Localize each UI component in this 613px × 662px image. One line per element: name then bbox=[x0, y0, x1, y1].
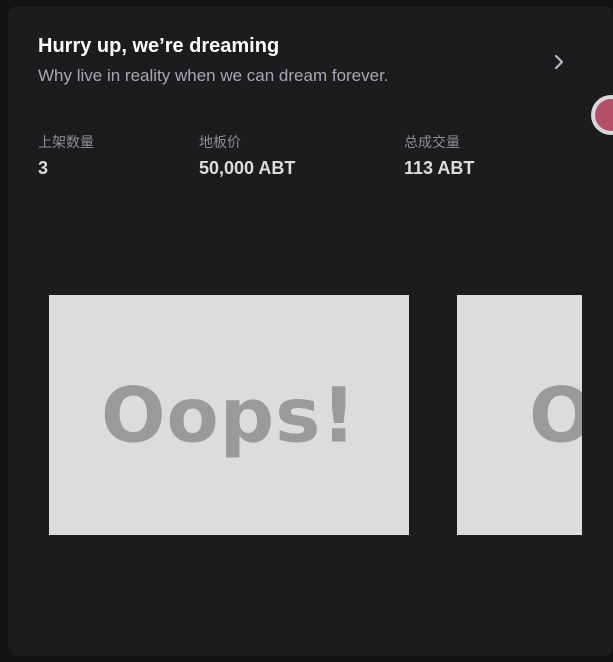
stat-label: 地板价 bbox=[199, 134, 241, 150]
collection-subtitle: Why live in reality when we can dream fo… bbox=[38, 66, 389, 85]
stat-value: 113 ABT bbox=[404, 158, 475, 178]
stat-floor-price: 地板价 50,000 ABT bbox=[199, 132, 295, 179]
stat-value: 50,000 ABT bbox=[199, 158, 296, 178]
chevron-right-icon[interactable] bbox=[546, 49, 572, 75]
image-error-text: Oops! bbox=[529, 370, 582, 460]
image-error-text: Oops! bbox=[100, 370, 358, 460]
stat-label: 总成交量 bbox=[404, 134, 460, 150]
nft-thumbnail[interactable]: Oops! bbox=[49, 295, 409, 535]
collection-title[interactable]: Hurry up, we’re dreaming bbox=[38, 35, 279, 58]
avatar-image bbox=[595, 99, 613, 131]
stat-listed-count: 上架数量 3 bbox=[38, 132, 94, 179]
stat-total-volume: 总成交量 113 ABT bbox=[404, 132, 474, 179]
stat-value: 3 bbox=[38, 158, 49, 178]
nft-thumbnail[interactable]: Oops! bbox=[457, 295, 582, 535]
stat-label: 上架数量 bbox=[38, 134, 94, 150]
collection-card[interactable]: Hurry up, we’re dreaming Why live in rea… bbox=[8, 6, 613, 656]
